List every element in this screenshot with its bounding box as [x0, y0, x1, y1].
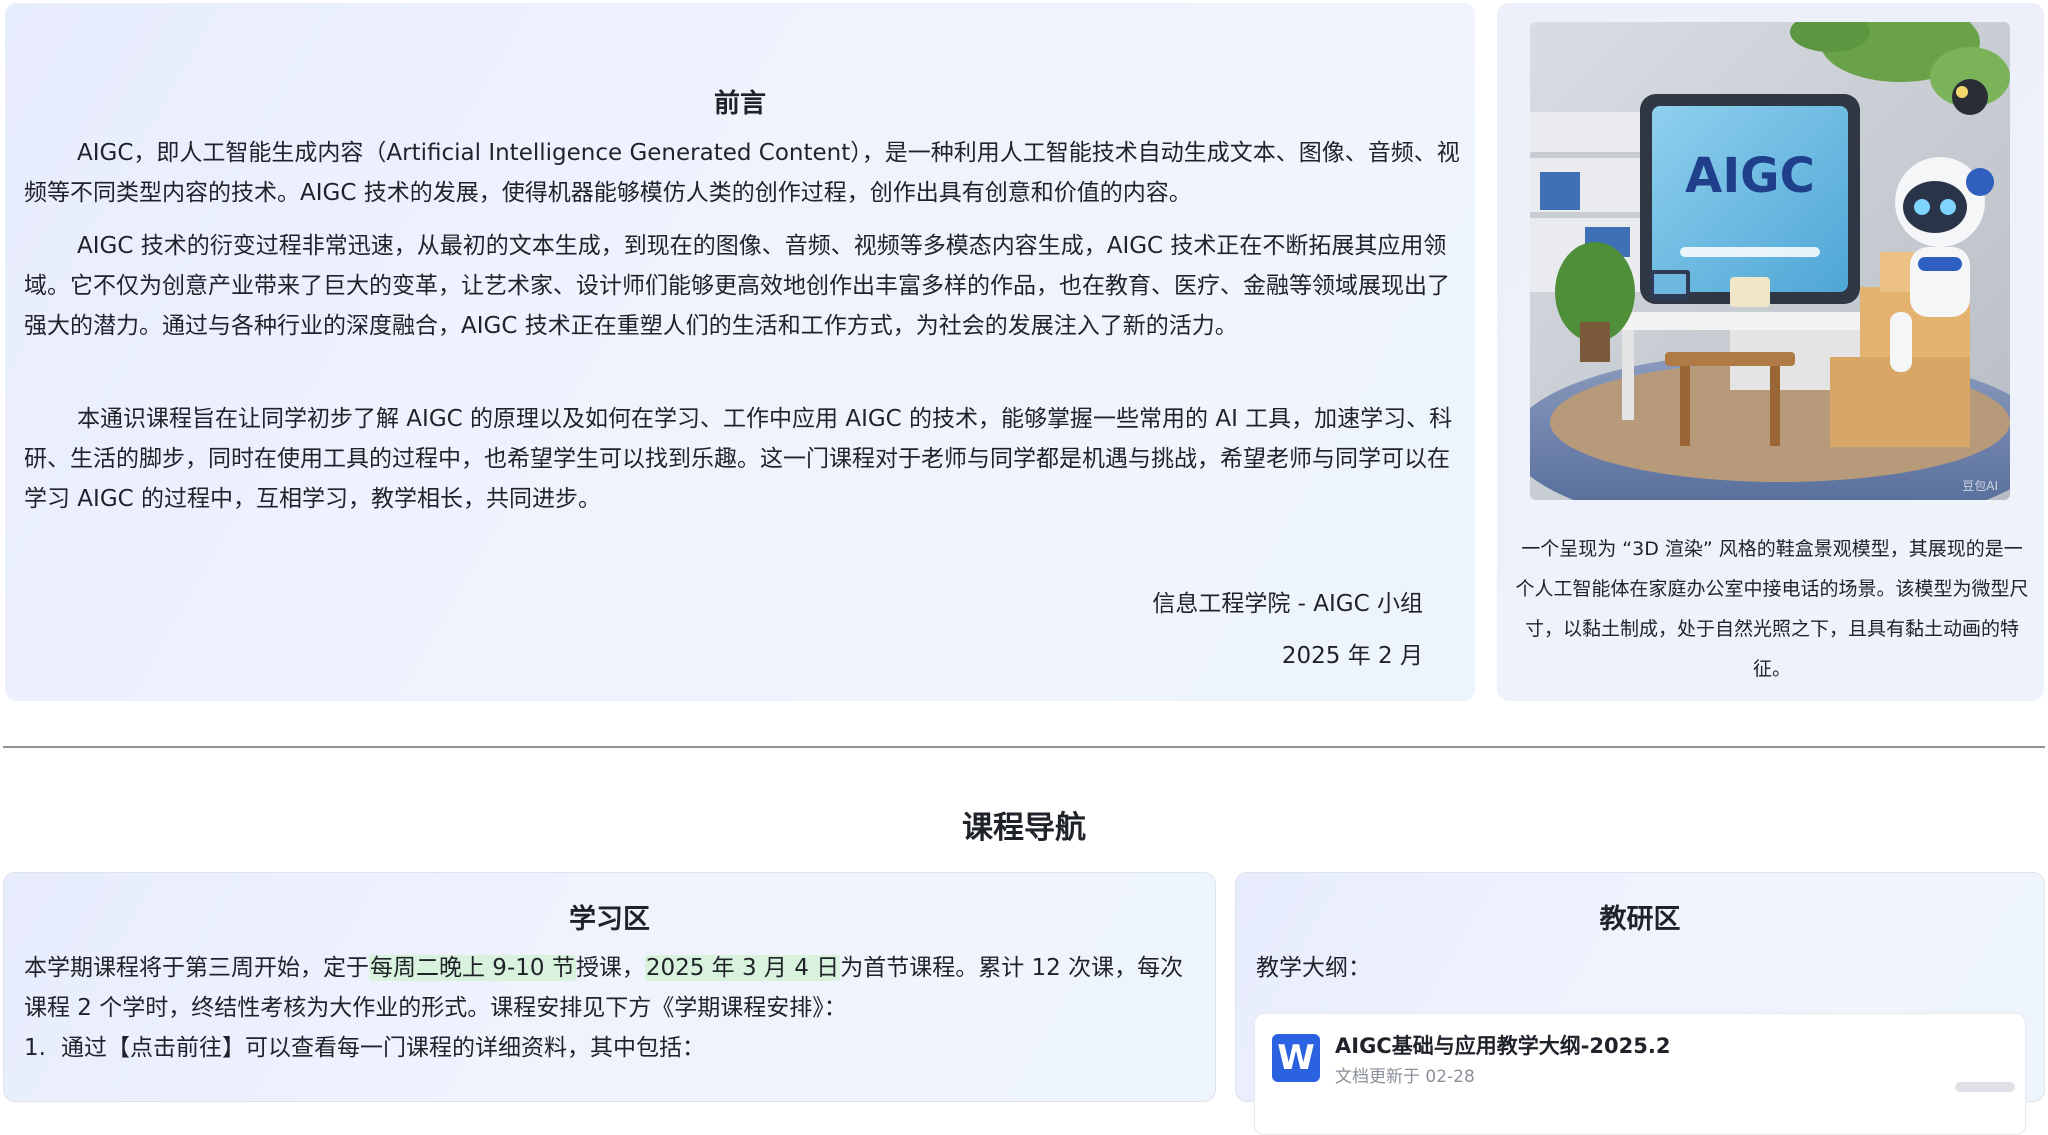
preface-paragraph-1: AIGC，即人工智能生成内容（Artificial Intelligence G… [24, 140, 1460, 206]
study-area-card: 学习区 本学期课程将于第三周开始，定于每周二晚上 9-10 节授课，2025 年… [3, 872, 1216, 1102]
section-divider [3, 746, 2045, 748]
illustration-image[interactable]: AIGC 豆包AI [1530, 22, 2010, 500]
screen-text: AIGC [1685, 148, 1815, 204]
list-number: 1. [24, 1035, 46, 1061]
study-intro-before: 本学期课程将于第三周开始，定于 [24, 955, 369, 981]
illustration-caption: 一个呈现为 “3D 渲染” 风格的鞋盒景观模型，其展现的是一个人工智能体在家庭办… [1515, 538, 2029, 680]
preface-card: 前言 AIGC，即人工智能生成内容（Artificial Intelligenc… [5, 3, 1475, 701]
list-item-text: 通过【点击前往】可以查看每一门课程的详细资料，其中包括： [61, 1035, 705, 1061]
preface-paragraph-2: AIGC 技术的衍变过程非常迅速，从最初的文本生成，到现在的图像、音频、视频等多… [24, 233, 1450, 339]
preface-title: 前言 [713, 89, 766, 119]
signature-date: 2025 年 2 月 [1281, 643, 1423, 669]
doc-title[interactable]: AIGC基础与应用教学大纲-2025.2 [1335, 1030, 1670, 1060]
doc-scrollbar[interactable] [1955, 1082, 2015, 1092]
signature-org: 信息工程学院 - AIGC 小组 [1152, 591, 1423, 617]
study-list-item-1: 1. 通过【点击前往】可以查看每一门课程的详细资料，其中包括： [24, 1028, 1204, 1068]
highlight-class-time: 每周二晚上 9-10 节 [369, 955, 576, 981]
highlight-first-class-date: 2025 年 3 月 4 日 [644, 955, 841, 981]
syllabus-doc-card[interactable]: W AIGC基础与应用教学大纲-2025.2 文档更新于 02-28 [1254, 1013, 2026, 1135]
outline-label: 教学大纲： [1256, 955, 1371, 981]
watermark-text: 豆包AI [1962, 479, 1998, 493]
study-area-title: 学习区 [569, 904, 650, 935]
course-nav-title: 课程导航 [962, 810, 1086, 846]
study-intro-paragraph: 本学期课程将于第三周开始，定于每周二晚上 9-10 节授课，2025 年 3 月… [24, 948, 1204, 1028]
research-area-card: 教研区 教学大纲： W AIGC基础与应用教学大纲-2025.2 文档更新于 0… [1235, 872, 2045, 1135]
research-area-title: 教研区 [1599, 904, 1681, 935]
doc-updated-time: 文档更新于 02-28 [1335, 1067, 1475, 1087]
illustration-card: AIGC 豆包AI 一个呈现为 “3D 渲染” 风格的鞋盒景观模型，其展现的是一… [1497, 3, 2044, 701]
study-intro-mid: 授课， [575, 955, 645, 981]
word-doc-icon: W [1272, 1034, 1320, 1082]
preface-paragraph-3: 本通识课程旨在让同学初步了解 AIGC 的原理以及如何在学习、工作中应用 AIG… [24, 406, 1453, 512]
